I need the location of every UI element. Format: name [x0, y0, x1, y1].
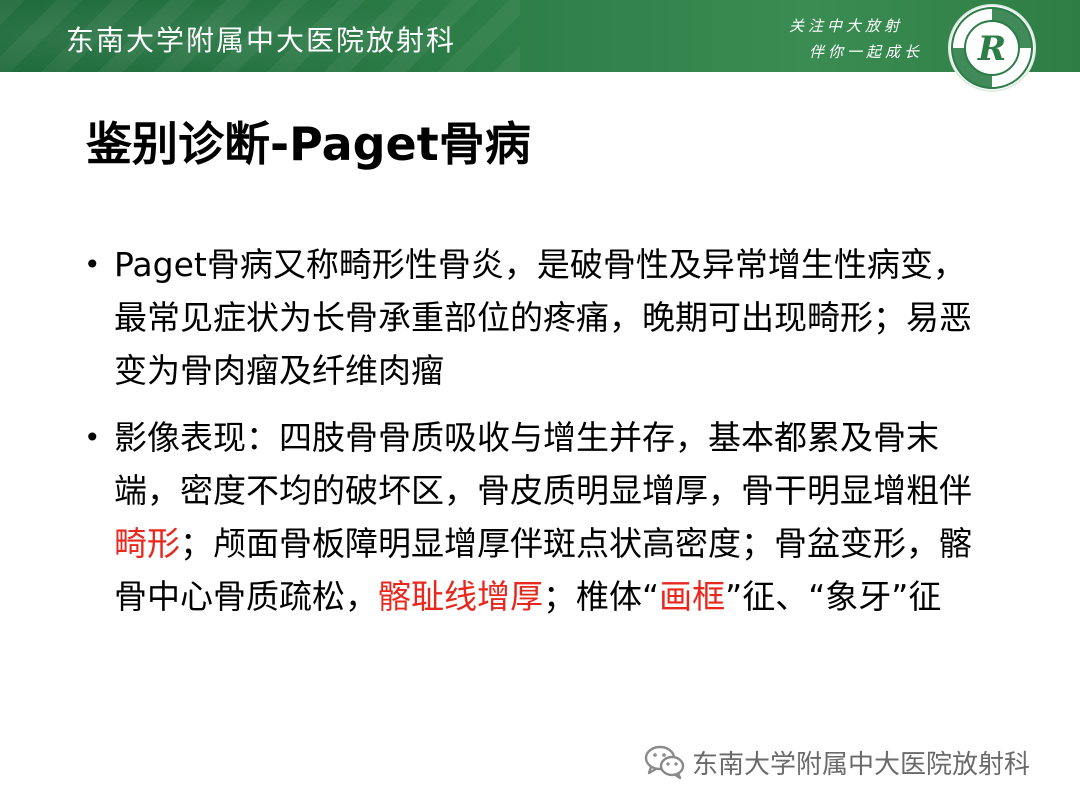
bullet-2-segment-7: ”征、“象牙”征 — [725, 577, 942, 616]
bullet-marker: • — [84, 248, 101, 281]
wechat-icon — [644, 745, 685, 780]
logo-letter: R — [977, 29, 1006, 69]
slogan-line-1: 关注中大放射 — [788, 17, 903, 35]
bullet-text-1: Paget骨病又称畸形性骨炎，是破骨性及异常增生性病变，最常见症状为长骨承重部位… — [114, 238, 994, 397]
bullet-text-2: 影像表现：四肢骨骨质吸收与增生并存，基本都累及骨末端，密度不均的破坏区，骨皮质明… — [114, 411, 994, 623]
slide-title: 鉴别诊断-Paget骨病 — [86, 117, 531, 171]
bullet-marker: • — [84, 421, 101, 454]
department-logo: R — [950, 6, 1034, 90]
bullet-2-segment-5: ；椎体“ — [543, 577, 660, 616]
logo-emblem-icon: R — [951, 7, 1033, 89]
bullet-item-1: • Paget骨病又称畸形性骨炎，是破骨性及异常增生性病变，最常见症状为长骨承重… — [84, 238, 1004, 397]
footer-watermark: 东南大学附属中大医院放射科 — [644, 742, 1030, 782]
bullet-2-segment-1: 影像表现：四肢骨骨质吸收与增生并存，基本都累及骨末端，密度不均的破坏区，骨皮质明… — [114, 418, 972, 510]
highlight-iliopectineal-line: 髂耻线增厚 — [378, 577, 543, 616]
header-title: 东南大学附属中大医院放射科 — [66, 24, 457, 57]
highlight-deformity: 畸形 — [114, 524, 180, 563]
bullet-1-segment-1: Paget骨病又称畸形性骨炎，是破骨性及异常增生性病变，最常见症状为长骨承重部位… — [114, 245, 972, 390]
footer-watermark-text: 东南大学附属中大医院放射科 — [692, 749, 1031, 780]
highlight-picture-frame: 画框 — [659, 577, 726, 616]
bullet-item-2: • 影像表现：四肢骨骨质吸收与增生并存，基本都累及骨末端，密度不均的破坏区，骨皮… — [84, 411, 1004, 623]
slogan-line-2: 伴你一起成长 — [808, 43, 923, 61]
header-band: 东南大学附属中大医院放射科 关注中大放射 伴你一起成长 — [0, 0, 1080, 72]
